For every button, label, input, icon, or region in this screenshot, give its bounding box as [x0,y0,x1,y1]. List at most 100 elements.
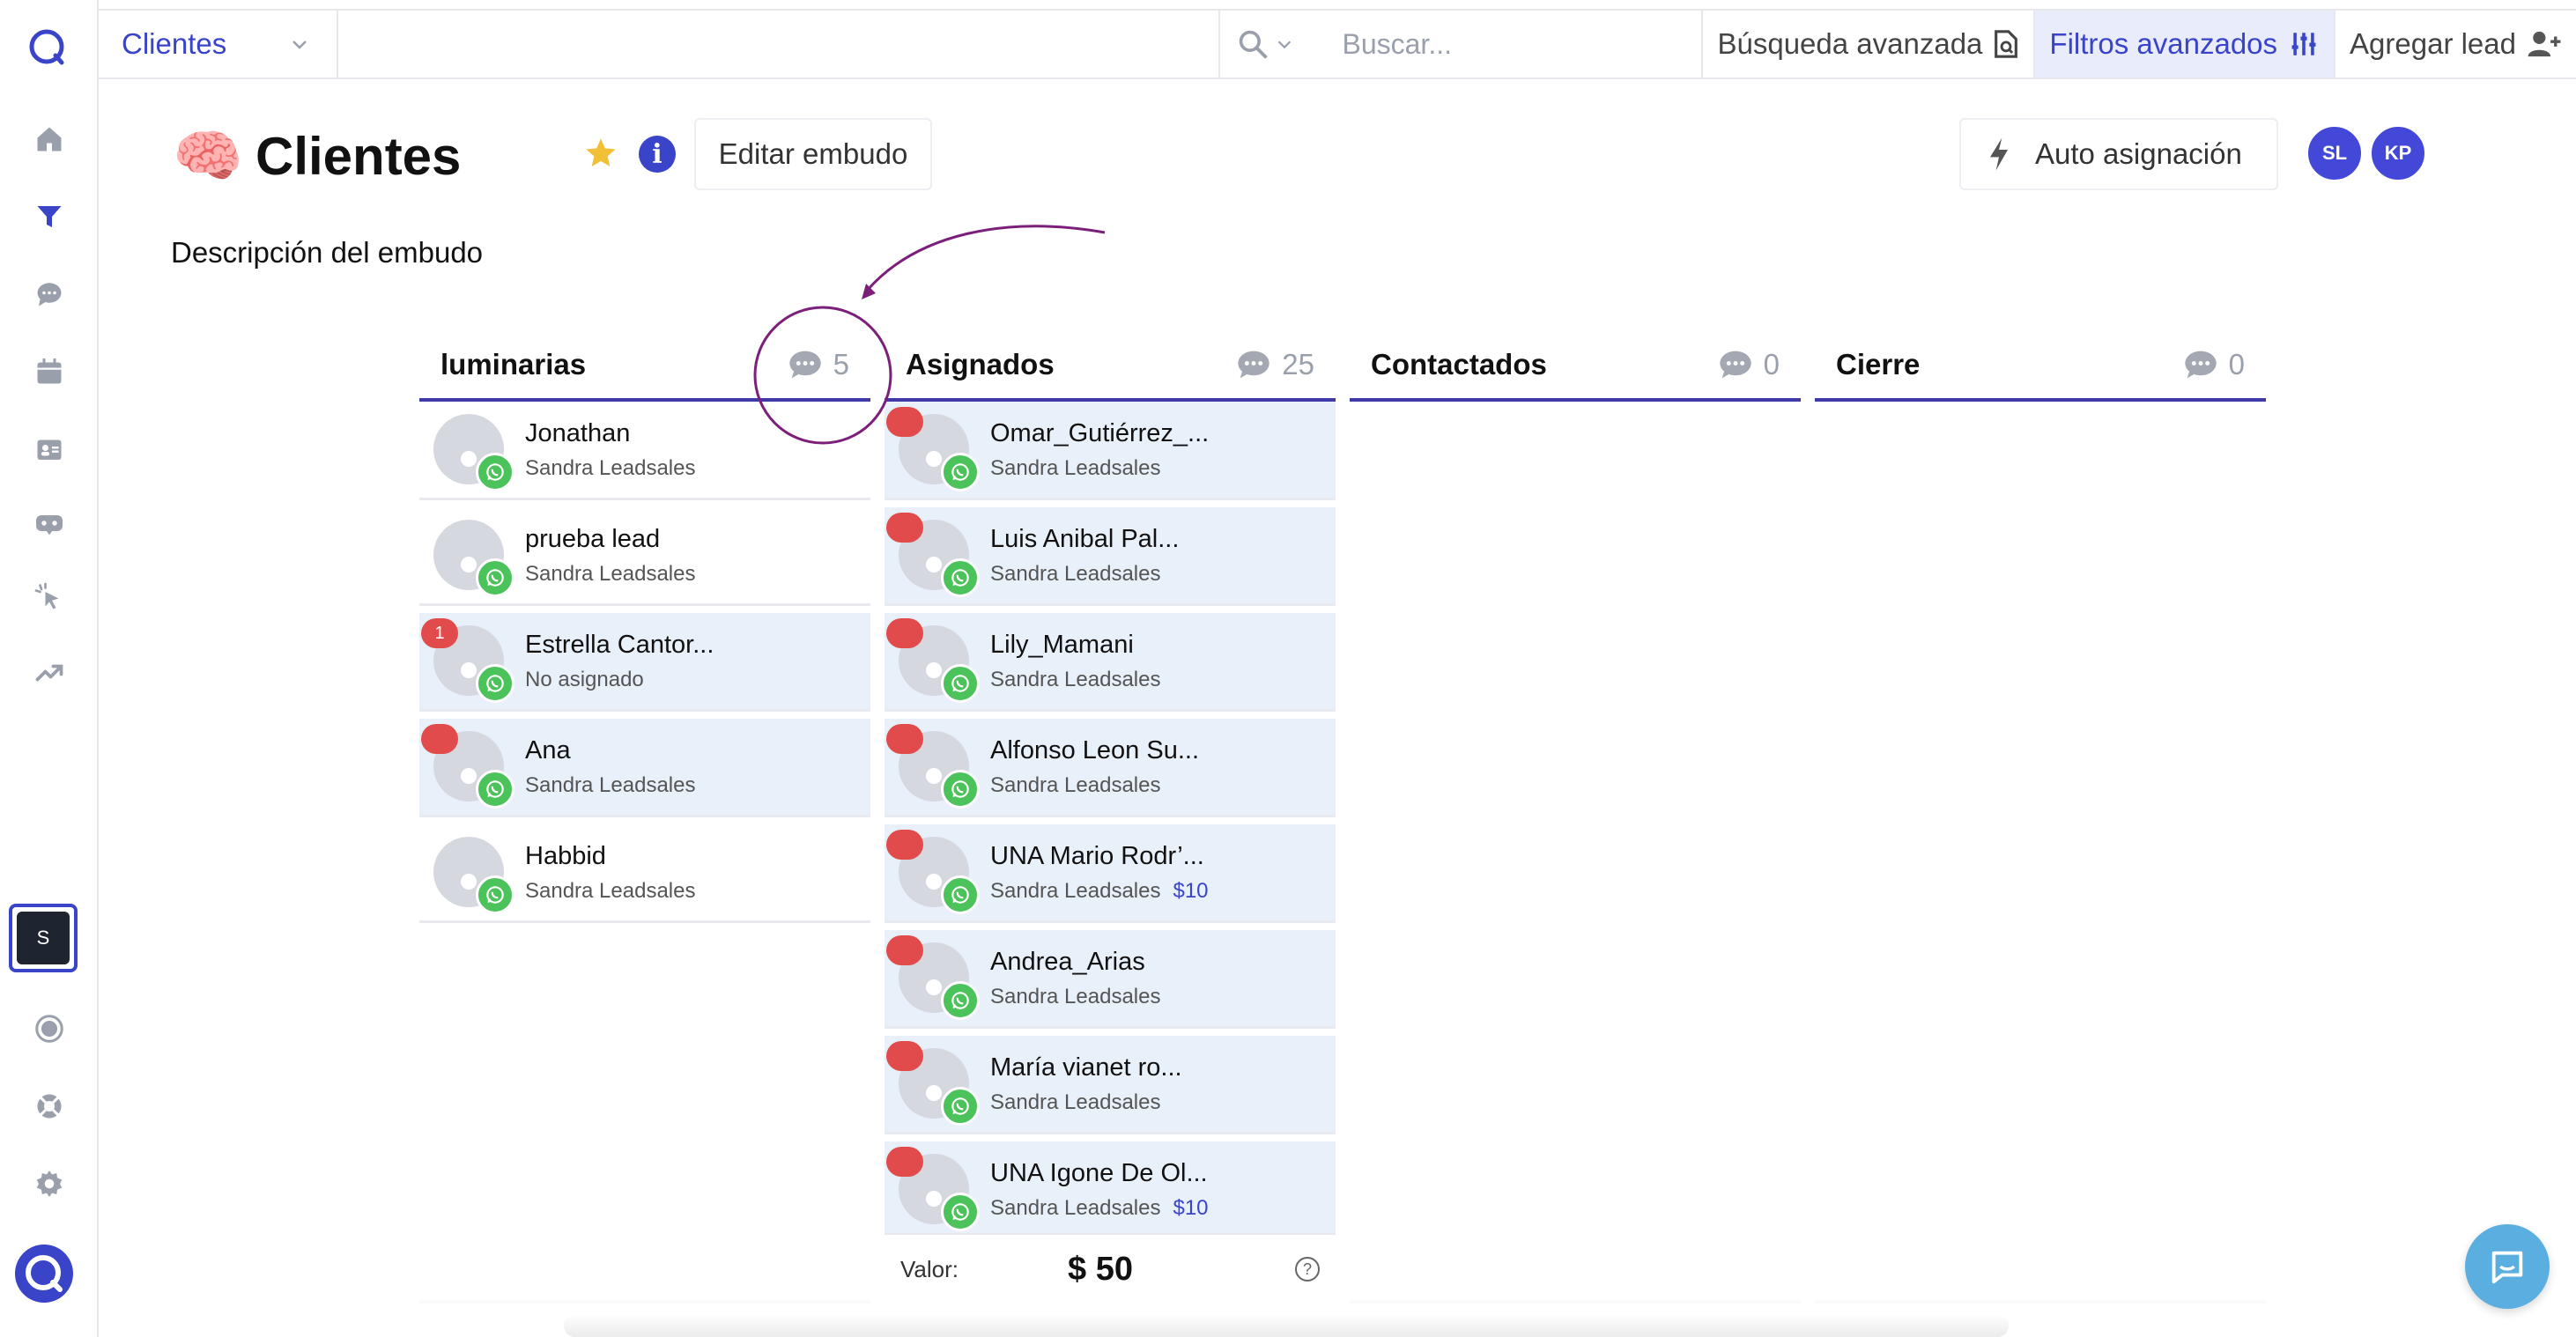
bot-icon[interactable] [0,497,99,550]
whatsapp-icon [941,1087,980,1126]
lead-owner-row: Sandra Leadsales [990,456,1160,481]
search-input[interactable] [1342,27,1677,61]
whatsapp-icon [476,453,514,491]
lightning-icon [1990,137,2008,171]
lead-card[interactable]: UNA Igone De Ol... Sandra Leadsales $10 [885,1141,1336,1240]
column-header[interactable]: Contactados 0 [1350,331,1801,402]
lead-owner: Sandra Leadsales [525,879,696,903]
whatsapp-icon [941,453,980,491]
pipeline-column: Cierre 0 [1815,331,2266,1304]
lead-name: Omar_Gutiérrez_... [990,419,1210,447]
lead-owner: No asignado [525,668,644,691]
column-body: Omar_Gutiérrez_... Sandra Leadsales Luis … [885,402,1336,1300]
lead-owner: Sandra Leadsales [990,773,1161,797]
lead-card[interactable]: UNA Mario Rodr’... Sandra Leadsales $10 [885,824,1336,923]
auto-assign-label: Auto asignación [2035,137,2242,170]
account-logo-icon[interactable] [14,1244,74,1304]
settings-icon[interactable] [0,1157,99,1210]
workspace-switcher[interactable]: S [9,904,78,972]
whatsapp-icon [476,558,514,597]
lead-name: María vianet ro... [990,1053,1182,1082]
sliders-icon [2291,33,2316,55]
lead-owner-row: No asignado [525,668,644,692]
live-chat-button[interactable] [2465,1224,2550,1309]
lead-owner: Sandra Leadsales [990,668,1161,691]
edit-funnel-button[interactable]: Editar embudo [694,118,932,190]
auto-assign-button[interactable]: Auto asignación [1959,118,2278,190]
advanced-filters-button[interactable]: Filtros avanzados [2035,11,2336,78]
whatsapp-icon [941,558,980,597]
unread-badge [886,407,923,437]
funnel-icon[interactable] [0,190,99,243]
whatsapp-icon[interactable] [0,1002,99,1055]
support-icon[interactable] [0,1080,99,1133]
total-amount: $ 50 [1068,1250,1133,1288]
chat-bubble-icon [2491,1251,2523,1284]
lead-value: $10 [1173,1196,1209,1220]
unread-badge [886,830,923,860]
column-header[interactable]: Asignados 25 [885,331,1336,402]
whatsapp-icon [941,1193,980,1231]
funnel-selector[interactable]: Clientes [99,11,338,78]
chat-bubble-icon [788,351,821,379]
column-count: 5 [788,348,849,381]
search-icon[interactable] [1236,27,1269,61]
lead-card[interactable]: Lily_Mamani Sandra Leadsales [885,613,1336,712]
lead-name: Ana [525,736,571,765]
search-box[interactable] [1220,11,1704,78]
home-icon[interactable] [0,113,99,166]
lead-owner: Sandra Leadsales [525,456,696,480]
lead-card[interactable]: Habbid Sandra Leadsales [419,824,870,923]
lead-card[interactable]: Alfonso Leon Su... Sandra Leadsales [885,719,1336,817]
annotation-arrow [865,225,1106,292]
column-count-value: 0 [2228,348,2245,380]
lead-card[interactable]: Andrea_Arias Sandra Leadsales [885,930,1336,1029]
column-title: Contactados [1371,348,1547,380]
brain-emoji-icon: 🧠 [173,124,243,188]
avatar[interactable]: KP [2370,125,2426,181]
column-title: Asignados [906,348,1055,380]
whatsapp-icon [941,981,980,1020]
info-icon[interactable]: i [639,136,676,173]
column-header[interactable]: Cierre 0 [1815,331,2266,402]
avatar[interactable]: SL [2306,125,2363,181]
lead-owner: Sandra Leadsales [990,562,1161,586]
whatsapp-icon [476,770,514,809]
lead-name: Luis Anibal Pal... [990,525,1180,553]
trending-icon[interactable] [0,646,99,699]
advanced-search-button[interactable]: Búsqueda avanzada [1703,11,2036,78]
lead-card[interactable]: Luis Anibal Pal... Sandra Leadsales [885,507,1336,606]
column-count: 0 [1718,348,1780,381]
lead-owner-row: Sandra Leadsales [990,668,1160,692]
lead-card[interactable]: prueba lead Sandra Leadsales [419,507,870,606]
help-icon[interactable]: ? [1295,1257,1320,1282]
chat-bubble-icon [1238,351,1269,379]
logo-icon[interactable] [26,26,67,67]
unread-badge [886,1041,923,1071]
lead-card[interactable]: Ana Sandra Leadsales [419,719,870,817]
lead-name: Lily_Mamani [990,631,1134,659]
funnel-selector-label: Clientes [122,27,227,60]
lead-card[interactable]: 1 Estrella Cantor... No asignado [419,613,870,712]
lead-card[interactable]: Jonathan Sandra Leadsales [419,402,870,500]
column-header[interactable]: luminarias 5 [419,331,870,402]
chevron-down-icon[interactable] [1275,34,1294,54]
lead-card[interactable]: María vianet ro... Sandra Leadsales [885,1036,1336,1134]
unread-badge [886,513,923,543]
calendar-icon[interactable] [0,345,99,398]
pipeline-column: Asignados 25 Omar_Gutiérrez_... Sandra Lea… [885,331,1336,1304]
lead-card[interactable]: Omar_Gutiérrez_... Sandra Leadsales [885,402,1336,500]
funnel-description: Descripción del embudo [171,236,484,269]
contacts-icon[interactable] [0,423,99,476]
lead-owner-row: Sandra Leadsales [990,562,1160,587]
lead-owner-row: Sandra Leadsales [525,879,695,904]
pipeline-column: luminarias 5 Jonathan Sandra Leadsales prueb… [419,331,870,1304]
star-icon[interactable] [583,136,618,171]
page-title-row: 🧠 Clientes [173,123,461,189]
add-lead-button[interactable]: Agregar lead [2335,11,2576,78]
whatsapp-icon [941,664,980,703]
total-label: Valor: [900,1255,959,1282]
chevron-down-icon [292,41,307,49]
click-icon[interactable] [0,571,99,624]
chat-icon[interactable] [0,268,99,321]
